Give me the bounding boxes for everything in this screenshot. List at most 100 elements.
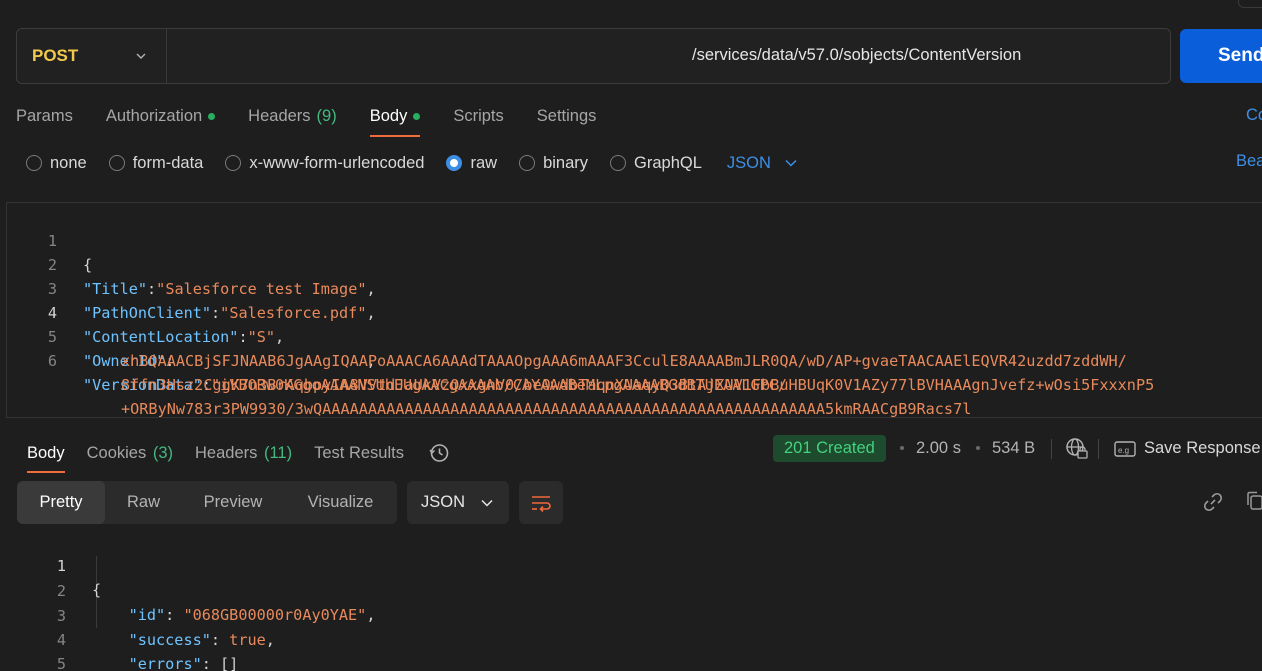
response-view-modes: Pretty Raw Preview Visualize <box>17 481 397 524</box>
chevron-down-icon <box>136 53 146 59</box>
tab-label: Headers <box>248 106 311 125</box>
language-select[interactable]: JSON <box>727 154 797 173</box>
radio-label: raw <box>470 153 498 172</box>
divider <box>1098 439 1099 459</box>
chevron-down-icon <box>785 159 797 167</box>
code-line: 3 "PathOnClient":"Salesforce.pdf", <box>7 253 376 322</box>
radio-raw[interactable]: raw <box>446 154 497 173</box>
tab-count: (11) <box>263 443 293 462</box>
response-time[interactable]: 2.00 s <box>916 439 961 458</box>
json-value: "Salesforce.pdf" <box>220 304 367 322</box>
send-button[interactable]: Send <box>1180 29 1262 83</box>
code-text: { <box>83 256 93 274</box>
save-response-button[interactable]: Save Response <box>1144 439 1261 458</box>
json-value-continuation: 8ffn3Hsz2CggK7n3BrAqbpyIA8VVtdJaUkVzQxxg… <box>121 376 1155 394</box>
tab-scripts[interactable]: Scripts <box>453 104 503 128</box>
tab-response-headers[interactable]: Headers (11) <box>195 444 292 463</box>
radio-circle-icon <box>225 155 242 171</box>
radio-graphql[interactable]: GraphQL <box>610 154 702 173</box>
radio-form-data[interactable]: form-data <box>108 153 204 173</box>
tab-label: Cookies <box>86 443 147 462</box>
tab-params[interactable]: Params <box>16 104 73 128</box>
tab-count: (3) <box>152 443 173 462</box>
line-number: 6 <box>47 352 57 370</box>
tab-response-body[interactable]: Body <box>27 444 65 473</box>
globe-lock-icon[interactable] <box>1065 437 1089 461</box>
tab-body[interactable]: Body <box>369 104 421 137</box>
code-line: 4 "errors": [] <box>0 604 238 671</box>
json-key: "ContentLocation" <box>83 328 239 346</box>
json-value-continuation: xhBQAAACBjSFJNAAB6JgAAgIQAAPoAAACA6AAAdT… <box>121 352 1127 370</box>
mode-pretty[interactable]: Pretty <box>17 481 105 524</box>
url-bar: POST /services/data/v57.0/sobjects/Conte… <box>16 28 1171 84</box>
window-corner <box>1238 0 1262 8</box>
radio-selected-icon <box>446 155 463 171</box>
separator-dot <box>976 446 980 450</box>
line-number: 5 <box>56 655 66 671</box>
tab-settings[interactable]: Settings <box>537 104 597 128</box>
mode-visualize[interactable]: Visualize <box>284 481 397 524</box>
method-label: POST <box>32 46 79 65</box>
json-key: "PathOnClient" <box>83 304 212 322</box>
code-line: 3 "success": true, <box>0 580 275 649</box>
format-label: JSON <box>421 493 466 511</box>
save-response-icon: e.g <box>1114 441 1136 457</box>
radio-label: GraphQL <box>634 153 702 172</box>
tab-label: Authorization <box>105 106 203 125</box>
json-value: "S" <box>247 328 276 346</box>
status-dot <box>208 112 216 120</box>
cookies-link[interactable]: Co <box>1246 106 1262 125</box>
code-line: 5 } <box>0 628 66 671</box>
code-line: 5 "OwnerId": , <box>7 301 376 370</box>
radio-circle-icon <box>610 155 627 171</box>
code-line: 4 "ContentLocation":"S", <box>7 277 284 346</box>
json-key: "id" <box>128 606 166 624</box>
response-format-select[interactable]: JSON <box>407 481 509 524</box>
json-value: "068GB00000r0Ay0YAE" <box>183 606 367 624</box>
tab-label: Scripts <box>453 106 504 125</box>
response-tabs: Body Cookies (3) Headers (11) Test Resul… <box>27 438 450 473</box>
status-badge[interactable]: 201 Created <box>773 435 886 462</box>
tab-headers[interactable]: Headers (9) <box>248 104 337 128</box>
wrap-lines-icon <box>532 495 551 512</box>
tab-test-results[interactable]: Test Results <box>314 444 404 463</box>
code-line: 6 "VersionData":"iVBORw0KGgoAAAANSUhEUgA… <box>7 325 787 394</box>
response-size[interactable]: 534 B <box>992 439 1035 458</box>
method-select[interactable]: POST <box>17 29 167 83</box>
mode-raw[interactable]: Raw <box>105 481 182 524</box>
link-icon[interactable] <box>1201 490 1225 514</box>
json-value-continuation: +ORByNw783r3PW9930/3wQAAAAAAAAAAAAAAAAAA… <box>121 400 972 418</box>
request-body-editor[interactable]: 1 { 2 "Title":"Salesforce test Image", 3… <box>6 202 1262 418</box>
code-line: 2 "id": "068GB00000r0Ay0YAE", <box>0 555 376 624</box>
mode-preview[interactable]: Preview <box>182 481 284 524</box>
json-key: "errors" <box>128 655 202 671</box>
code-line: 1 { <box>7 205 92 274</box>
tab-cookies[interactable]: Cookies (3) <box>87 444 173 463</box>
beautify-link[interactable]: Bea <box>1236 152 1262 171</box>
copy-icon[interactable] <box>1244 490 1262 514</box>
radio-circle-icon <box>26 155 42 171</box>
tab-label: Params <box>16 106 73 125</box>
svg-text:e.g: e.g <box>1118 446 1129 455</box>
radio-label: binary <box>543 153 589 172</box>
radio-none[interactable]: none <box>26 154 87 173</box>
radio-binary[interactable]: binary <box>519 154 588 173</box>
radio-circle-icon <box>108 155 125 171</box>
url-input[interactable]: /services/data/v57.0/sobjects/ContentVer… <box>692 46 1021 65</box>
chevron-down-icon <box>481 499 493 507</box>
tab-label: Body <box>369 106 408 125</box>
wrap-lines-button[interactable] <box>519 481 563 524</box>
history-icon[interactable] <box>428 442 450 464</box>
code-line: 2 "Title":"Salesforce test Image", <box>7 229 376 298</box>
body-type-radios: none form-data x-www-form-urlencoded raw… <box>26 150 797 176</box>
separator-dot <box>900 446 904 450</box>
tab-label: Settings <box>536 106 597 125</box>
tab-authorization[interactable]: Authorization <box>105 104 216 128</box>
radio-label: x-www-form-urlencoded <box>249 153 425 172</box>
radio-label: form-data <box>132 153 204 172</box>
radio-circle-icon <box>519 155 536 171</box>
code-text: { <box>92 581 102 599</box>
divider <box>1051 439 1052 459</box>
json-key: "Title" <box>83 280 148 298</box>
radio-urlencoded[interactable]: x-www-form-urlencoded <box>225 154 424 173</box>
